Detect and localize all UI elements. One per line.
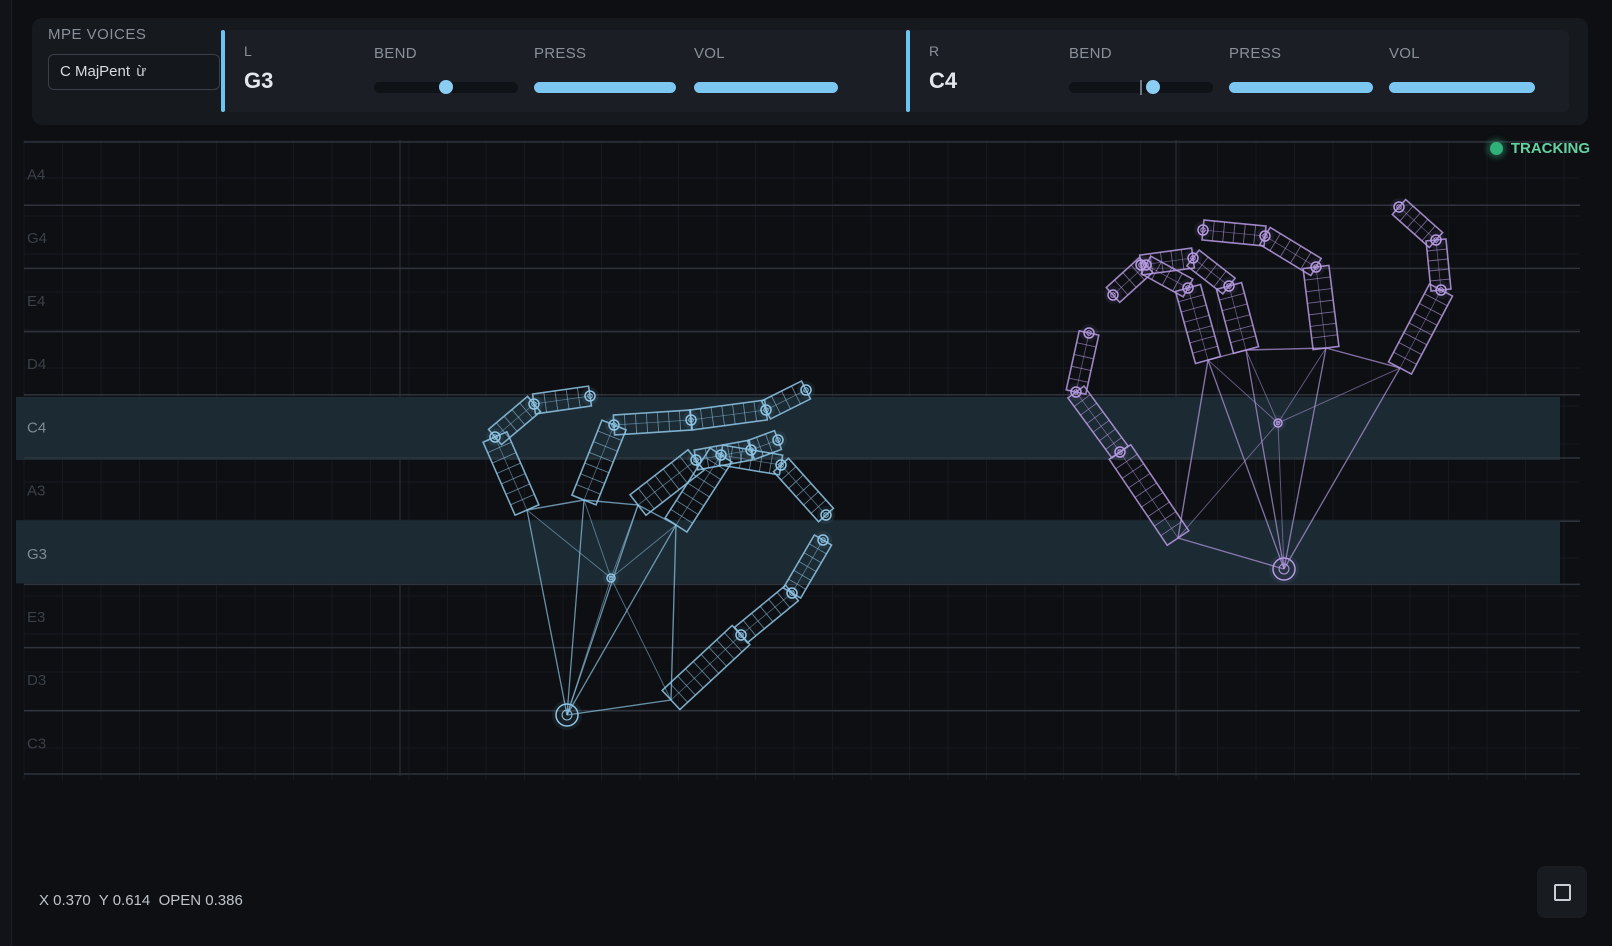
left-vol-meter (694, 82, 838, 93)
bend-center-tick (1140, 80, 1142, 95)
note-row-label: D4 (27, 356, 46, 373)
note-row-label: C4 (27, 419, 46, 436)
left-hand-note: G3 (244, 68, 274, 93)
active-row-g3 (16, 520, 1560, 584)
left-press-label: PRESS (534, 45, 587, 62)
note-row-label: G4 (27, 230, 47, 247)
right-press-meter (1229, 82, 1373, 93)
voices-label: MPE VOICES (48, 26, 147, 43)
left-rail (0, 0, 12, 946)
right-press-fill (1229, 82, 1373, 93)
note-row-label: E4 (27, 293, 45, 310)
right-vol-meter (1389, 82, 1535, 93)
note-row-label: A3 (27, 483, 45, 500)
right-hand-letter: R (929, 43, 940, 59)
left-vol-fill (694, 82, 838, 93)
voices-block: MPE VOICES C MajPent ừ (48, 26, 220, 90)
left-hand-letter: L (244, 43, 252, 59)
note-row-label: D3 (27, 672, 46, 689)
readout-y: Y 0.614 (98, 892, 151, 909)
right-bend-knob[interactable] (1145, 80, 1160, 94)
note-row-label: E3 (27, 609, 45, 626)
right-bend-slider[interactable] (1069, 80, 1213, 95)
right-bend-label: BEND (1069, 45, 1112, 62)
position-readout: X 0.370 Y 0.614 OPEN 0.386 (39, 892, 243, 909)
chevron-down-icon: ừ (136, 63, 147, 80)
right-vol-label: VOL (1389, 45, 1420, 62)
note-grid: A4 G4 E4 D4 C4 A3 G3 E3 D3 C3 (16, 141, 1580, 775)
left-press-meter (534, 82, 676, 93)
status-dot-icon (1489, 142, 1503, 155)
right-hand-accent (906, 30, 910, 112)
left-vol-label: VOL (694, 45, 725, 62)
readout-x: X 0.370 (39, 892, 91, 909)
tracking-status: TRACKING (1489, 140, 1590, 157)
right-vol-fill (1389, 82, 1535, 93)
left-bend-label: BEND (374, 45, 417, 62)
active-row-c4 (16, 396, 1560, 460)
tracking-label: TRACKING (1510, 140, 1590, 157)
right-press-label: PRESS (1229, 45, 1282, 62)
note-row-label: C3 (27, 735, 46, 752)
left-hand-card: L G3 BEND PRESS VOL (221, 30, 916, 112)
app-window: MPE VOICES C MajPent ừ L G3 BEND PRESS V… (0, 0, 1612, 946)
left-bend-slider[interactable] (374, 80, 518, 94)
voice-panel: MPE VOICES C MajPent ừ L G3 BEND PRESS V… (32, 18, 1588, 125)
hand-wireframes (482, 198, 1454, 730)
note-row-label: A4 (27, 167, 45, 184)
scale-select-value: C MajPent (60, 63, 131, 80)
square-icon (1553, 883, 1571, 901)
right-hand-card: R C4 BEND PRESS VOL (906, 30, 1569, 112)
left-bend-knob[interactable] (439, 80, 453, 94)
scale-select[interactable]: C MajPent ừ (48, 54, 220, 90)
left-press-fill (534, 82, 676, 93)
tracking-stage[interactable]: A4 G4 E4 D4 C4 A3 G3 E3 D3 C3 (16, 140, 1600, 800)
note-row-label: G3 (27, 546, 47, 563)
readout-open: OPEN 0.386 (158, 892, 243, 909)
fullscreen-button[interactable] (1537, 866, 1587, 918)
left-hand-accent (221, 30, 225, 112)
right-hand-note: C4 (929, 68, 958, 93)
